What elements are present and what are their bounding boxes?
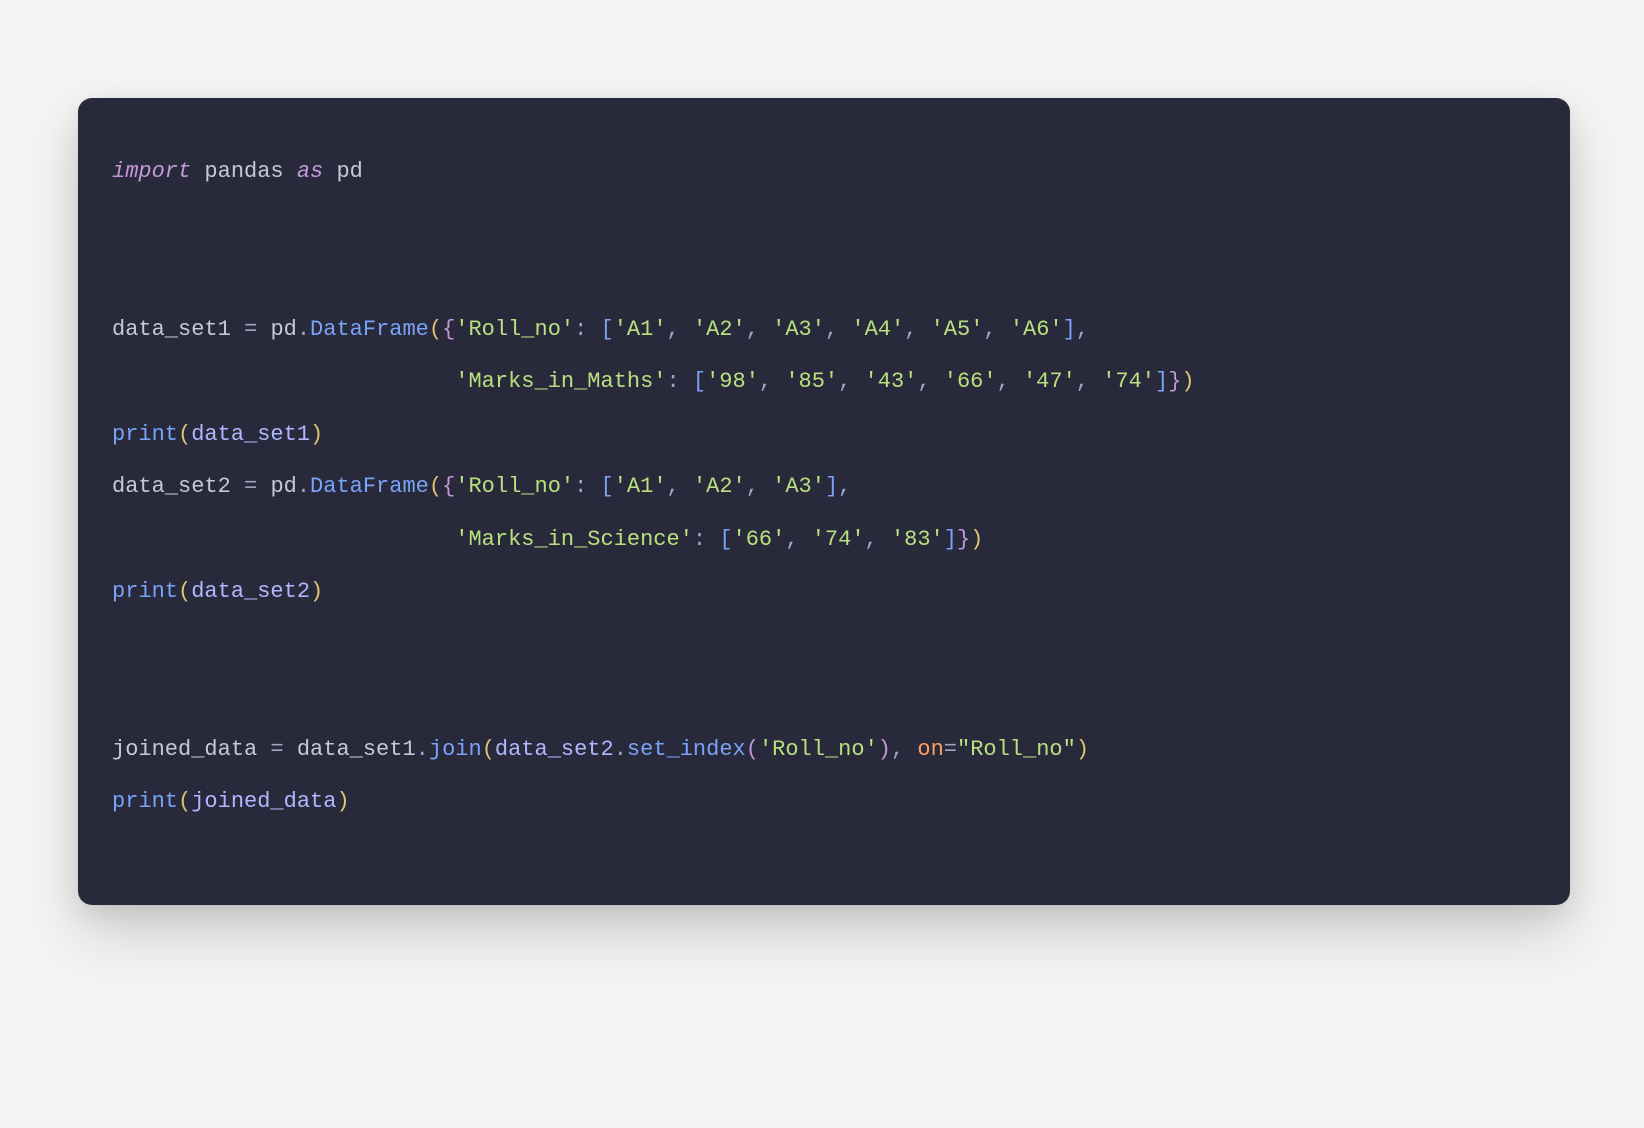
key-marks-maths: 'Marks_in_Maths' <box>455 369 666 394</box>
module-pandas: pandas <box>204 159 283 184</box>
code-line-5: 'Marks_in_Maths': ['98', '85', '43', '66… <box>112 369 1195 394</box>
key-marks-science: 'Marks_in_Science' <box>455 527 693 552</box>
code-line-12: joined_data = data_set1.join(data_set2.s… <box>112 737 1089 762</box>
code-line-7: data_set2 = pd.DataFrame({'Roll_no': ['A… <box>112 474 851 499</box>
key-roll-no: 'Roll_no' <box>455 317 574 342</box>
call-print: print <box>112 422 178 447</box>
code-line-9: print(data_set2) <box>112 579 323 604</box>
code-line-13: print(joined_data) <box>112 789 350 814</box>
var-joined-data: joined_data <box>112 737 257 762</box>
call-join: join <box>429 737 482 762</box>
keyword-import: import <box>112 159 191 184</box>
call-set-index: set_index <box>627 737 746 762</box>
keyword-as: as <box>297 159 323 184</box>
code-line-6: print(data_set1) <box>112 422 323 447</box>
var-data-set2: data_set2 <box>112 474 231 499</box>
var-data-set1: data_set1 <box>112 317 231 342</box>
code-card: import pandas as pd data_set1 = pd.DataF… <box>78 98 1570 905</box>
code-line-1: import pandas as pd <box>112 159 363 184</box>
alias-pd: pd <box>336 159 362 184</box>
code-line-4: data_set1 = pd.DataFrame({'Roll_no': ['A… <box>112 317 1089 342</box>
code-line-8: 'Marks_in_Science': ['66', '74', '83']}) <box>112 527 983 552</box>
code-block: import pandas as pd data_set1 = pd.DataF… <box>112 146 1536 829</box>
call-dataframe: DataFrame <box>310 317 429 342</box>
kwarg-on: on <box>917 737 943 762</box>
